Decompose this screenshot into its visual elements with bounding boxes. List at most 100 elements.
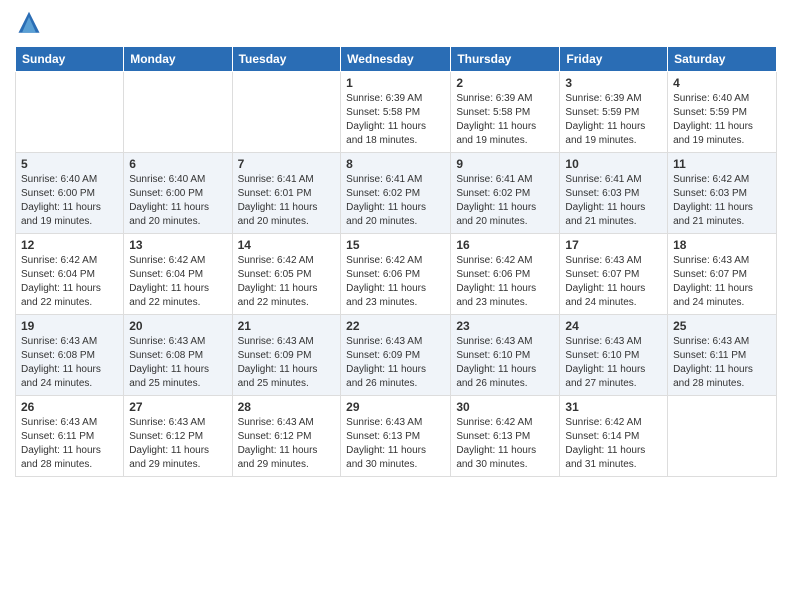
day-info: Sunrise: 6:43 AMSunset: 6:09 PMDaylight:…: [238, 335, 336, 391]
day-number: 17: [565, 238, 662, 252]
day-number: 16: [456, 238, 554, 252]
day-number: 19: [21, 319, 118, 333]
day-cell: 6 Sunrise: 6:40 AMSunset: 6:00 PMDaylight…: [124, 153, 232, 234]
day-cell: [232, 72, 341, 153]
day-number: 25: [673, 319, 771, 333]
day-number: 13: [129, 238, 226, 252]
day-cell: 20 Sunrise: 6:43 AMSunset: 6:08 PMDayligh…: [124, 315, 232, 396]
day-header-row: SundayMondayTuesdayWednesdayThursdayFrid…: [16, 47, 777, 72]
day-cell: 11Sunrise: 6:42 AMSunset: 6:03 PMDayligh…: [668, 153, 777, 234]
day-info: Sunrise: 6:40 AMSunset: 6:00 PMDaylight:…: [129, 173, 226, 229]
day-of-week-friday: Friday: [560, 47, 668, 72]
day-info: Sunrise: 6:41 AMSunset: 6:02 PMDaylight:…: [346, 173, 445, 229]
day-number: 31: [565, 400, 662, 414]
day-of-week-tuesday: Tuesday: [232, 47, 341, 72]
day-info: Sunrise: 6:42 AMSunset: 6:04 PMDaylight:…: [129, 254, 226, 310]
day-info: Sunrise: 6:42 AMSunset: 6:04 PMDaylight:…: [21, 254, 118, 310]
day-number: 6: [129, 157, 226, 171]
day-cell: 9 Sunrise: 6:41 AMSunset: 6:02 PMDaylight…: [451, 153, 560, 234]
day-cell: [16, 72, 124, 153]
day-info: Sunrise: 6:42 AMSunset: 6:06 PMDaylight:…: [346, 254, 445, 310]
day-of-week-wednesday: Wednesday: [341, 47, 451, 72]
day-info: Sunrise: 6:43 AMSunset: 6:12 PMDaylight:…: [129, 416, 226, 472]
day-cell: 27 Sunrise: 6:43 AMSunset: 6:12 PMDayligh…: [124, 396, 232, 477]
day-cell: 2 Sunrise: 6:39 AMSunset: 5:58 PMDaylight…: [451, 72, 560, 153]
logo: [15, 10, 47, 38]
day-cell: 28 Sunrise: 6:43 AMSunset: 6:12 PMDayligh…: [232, 396, 341, 477]
day-number: 12: [21, 238, 118, 252]
day-info: Sunrise: 6:43 AMSunset: 6:08 PMDaylight:…: [129, 335, 226, 391]
calendar: SundayMondayTuesdayWednesdayThursdayFrid…: [15, 46, 777, 477]
day-cell: 12 Sunrise: 6:42 AMSunset: 6:04 PMDayligh…: [16, 234, 124, 315]
day-info: Sunrise: 6:43 AMSunset: 6:07 PMDaylight:…: [565, 254, 662, 310]
day-info: Sunrise: 6:41 AMSunset: 6:03 PMDaylight:…: [565, 173, 662, 229]
day-cell: 16 Sunrise: 6:42 AMSunset: 6:06 PMDayligh…: [451, 234, 560, 315]
day-cell: 15Sunrise: 6:42 AMSunset: 6:06 PMDayligh…: [341, 234, 451, 315]
day-info: Sunrise: 6:41 AMSunset: 6:01 PMDaylight:…: [238, 173, 336, 229]
day-number: 9: [456, 157, 554, 171]
day-number: 1: [346, 76, 445, 90]
day-cell: 21 Sunrise: 6:43 AMSunset: 6:09 PMDayligh…: [232, 315, 341, 396]
day-cell: 22 Sunrise: 6:43 AMSunset: 6:09 PMDayligh…: [341, 315, 451, 396]
logo-icon: [15, 10, 43, 38]
day-number: 18: [673, 238, 771, 252]
calendar-header: SundayMondayTuesdayWednesdayThursdayFrid…: [16, 47, 777, 72]
day-info: Sunrise: 6:40 AMSunset: 5:59 PMDaylight:…: [673, 92, 771, 148]
day-of-week-sunday: Sunday: [16, 47, 124, 72]
day-info: Sunrise: 6:43 AMSunset: 6:10 PMDaylight:…: [565, 335, 662, 391]
day-cell: 26Sunrise: 6:43 AMSunset: 6:11 PMDayligh…: [16, 396, 124, 477]
day-number: 26: [21, 400, 118, 414]
day-cell: 8Sunrise: 6:41 AMSunset: 6:02 PMDaylight…: [341, 153, 451, 234]
day-cell: 13 Sunrise: 6:42 AMSunset: 6:04 PMDayligh…: [124, 234, 232, 315]
day-number: 30: [456, 400, 554, 414]
page: SundayMondayTuesdayWednesdayThursdayFrid…: [0, 0, 792, 612]
header: [15, 10, 777, 38]
day-info: Sunrise: 6:39 AMSunset: 5:58 PMDaylight:…: [346, 92, 445, 148]
day-info: Sunrise: 6:40 AMSunset: 6:00 PMDaylight:…: [21, 173, 118, 229]
day-info: Sunrise: 6:42 AMSunset: 6:03 PMDaylight:…: [673, 173, 771, 229]
day-cell: 18Sunrise: 6:43 AMSunset: 6:07 PMDayligh…: [668, 234, 777, 315]
day-cell: 31 Sunrise: 6:42 AMSunset: 6:14 PMDayligh…: [560, 396, 668, 477]
day-cell: 10 Sunrise: 6:41 AMSunset: 6:03 PMDayligh…: [560, 153, 668, 234]
day-number: 28: [238, 400, 336, 414]
day-number: 10: [565, 157, 662, 171]
day-cell: 23 Sunrise: 6:43 AMSunset: 6:10 PMDayligh…: [451, 315, 560, 396]
day-of-week-saturday: Saturday: [668, 47, 777, 72]
day-number: 27: [129, 400, 226, 414]
day-cell: 30Sunrise: 6:42 AMSunset: 6:13 PMDayligh…: [451, 396, 560, 477]
day-info: Sunrise: 6:41 AMSunset: 6:02 PMDaylight:…: [456, 173, 554, 229]
day-info: Sunrise: 6:43 AMSunset: 6:08 PMDaylight:…: [21, 335, 118, 391]
day-number: 23: [456, 319, 554, 333]
day-info: Sunrise: 6:42 AMSunset: 6:06 PMDaylight:…: [456, 254, 554, 310]
day-number: 3: [565, 76, 662, 90]
day-info: Sunrise: 6:43 AMSunset: 6:09 PMDaylight:…: [346, 335, 445, 391]
day-number: 21: [238, 319, 336, 333]
day-of-week-thursday: Thursday: [451, 47, 560, 72]
day-info: Sunrise: 6:43 AMSunset: 6:13 PMDaylight:…: [346, 416, 445, 472]
day-number: 24: [565, 319, 662, 333]
day-number: 22: [346, 319, 445, 333]
day-info: Sunrise: 6:43 AMSunset: 6:12 PMDaylight:…: [238, 416, 336, 472]
day-cell: 29 Sunrise: 6:43 AMSunset: 6:13 PMDayligh…: [341, 396, 451, 477]
week-row-1: 1 Sunrise: 6:39 AMSunset: 5:58 PMDaylight…: [16, 72, 777, 153]
week-row-4: 19 Sunrise: 6:43 AMSunset: 6:08 PMDayligh…: [16, 315, 777, 396]
week-row-3: 12 Sunrise: 6:42 AMSunset: 6:04 PMDayligh…: [16, 234, 777, 315]
day-cell: 25 Sunrise: 6:43 AMSunset: 6:11 PMDayligh…: [668, 315, 777, 396]
day-cell: 14Sunrise: 6:42 AMSunset: 6:05 PMDayligh…: [232, 234, 341, 315]
day-cell: 5Sunrise: 6:40 AMSunset: 6:00 PMDaylight…: [16, 153, 124, 234]
day-cell: 7Sunrise: 6:41 AMSunset: 6:01 PMDaylight…: [232, 153, 341, 234]
day-cell: 17 Sunrise: 6:43 AMSunset: 6:07 PMDayligh…: [560, 234, 668, 315]
day-cell: 4Sunrise: 6:40 AMSunset: 5:59 PMDaylight…: [668, 72, 777, 153]
day-number: 2: [456, 76, 554, 90]
day-info: Sunrise: 6:39 AMSunset: 5:58 PMDaylight:…: [456, 92, 554, 148]
calendar-body: 1 Sunrise: 6:39 AMSunset: 5:58 PMDaylight…: [16, 72, 777, 477]
day-info: Sunrise: 6:43 AMSunset: 6:11 PMDaylight:…: [673, 335, 771, 391]
day-cell: 19 Sunrise: 6:43 AMSunset: 6:08 PMDayligh…: [16, 315, 124, 396]
day-info: Sunrise: 6:42 AMSunset: 6:14 PMDaylight:…: [565, 416, 662, 472]
day-number: 29: [346, 400, 445, 414]
day-info: Sunrise: 6:43 AMSunset: 6:10 PMDaylight:…: [456, 335, 554, 391]
day-cell: 1 Sunrise: 6:39 AMSunset: 5:58 PMDaylight…: [341, 72, 451, 153]
day-number: 14: [238, 238, 336, 252]
day-number: 20: [129, 319, 226, 333]
day-cell: [668, 396, 777, 477]
